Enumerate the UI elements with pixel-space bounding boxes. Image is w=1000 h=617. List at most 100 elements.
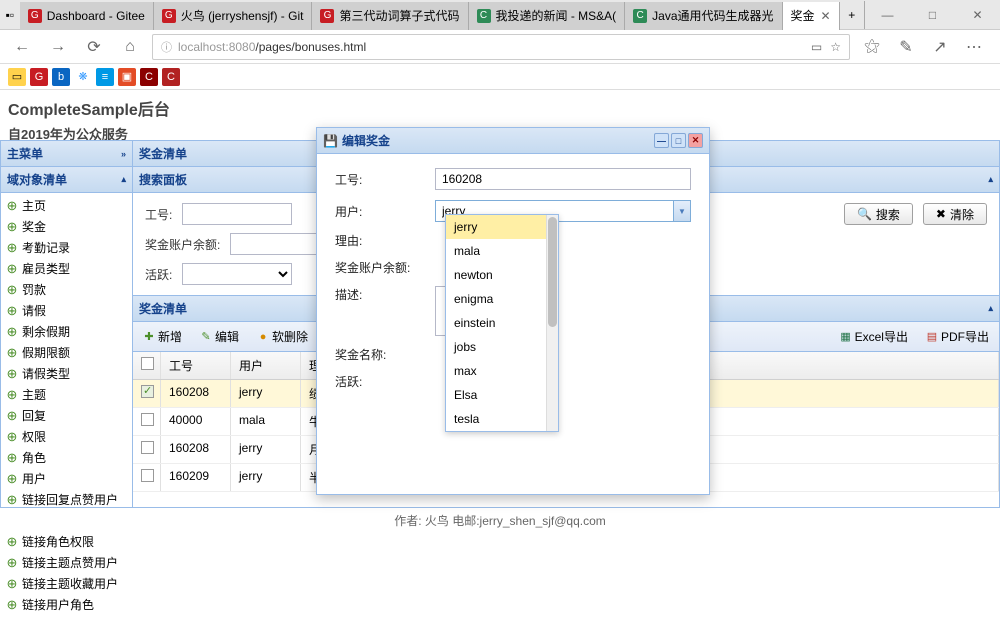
edit-button[interactable]: ✎编辑 — [196, 326, 243, 347]
sidebar-item[interactable]: ⊕奖金 — [1, 216, 132, 237]
search-id-label: 工号: — [145, 206, 172, 223]
sidebar-item[interactable]: ⊕回复 — [1, 405, 132, 426]
row-checkbox[interactable] — [133, 436, 161, 463]
menu-icon[interactable]: ⋯ — [960, 33, 988, 61]
favorites-icon[interactable]: ⚝ — [858, 33, 886, 61]
sidebar-item[interactable]: ⊕链接角色权限 — [1, 531, 132, 552]
sidebar-item[interactable]: ⊕链接主题点赞用户 — [1, 552, 132, 573]
reader-mode-icon[interactable]: ▭ — [811, 40, 822, 54]
dropdown-option[interactable]: jobs — [446, 335, 558, 359]
tab-favicon: C — [633, 9, 647, 23]
search-id-input[interactable] — [182, 203, 292, 225]
sidebar-item[interactable]: ⊕罚款 — [1, 279, 132, 300]
browser-tab[interactable]: GDashboard - Gitee — [20, 2, 154, 30]
close-tab-icon[interactable]: ✕ — [821, 9, 831, 23]
pdf-export-button[interactable]: ▤PDF导出 — [922, 326, 993, 347]
sidebar-item-label: 链接用户角色 — [22, 596, 94, 613]
modal-minimize-button[interactable]: ― — [654, 133, 669, 148]
sidebar-item[interactable]: ⊕角色 — [1, 447, 132, 468]
add-button[interactable]: ✚新增 — [139, 326, 186, 347]
row-checkbox[interactable] — [133, 380, 161, 407]
back-button[interactable]: ← — [8, 33, 36, 61]
sidebar-item[interactable]: ⊕主页 — [1, 195, 132, 216]
row-checkbox[interactable] — [133, 408, 161, 435]
sidebar-item[interactable]: ⊕用户 — [1, 468, 132, 489]
plus-circle-icon: ⊕ — [5, 577, 19, 591]
sidebar-item[interactable]: ⊕假期限额 — [1, 342, 132, 363]
bookmark-item[interactable]: ▣ — [118, 68, 136, 86]
dropdown-option[interactable]: mala — [446, 239, 558, 263]
new-tab-button[interactable]: + — [840, 1, 865, 29]
bookmark-item[interactable]: ≡ — [96, 68, 114, 86]
browser-tab[interactable]: CJava通用代码生成器光 — [625, 2, 782, 30]
modal-header[interactable]: 💾 编辑奖金 ― □ ✕ — [317, 128, 709, 154]
minimize-button[interactable]: — — [865, 0, 910, 30]
collapse-icon[interactable]: » — [121, 149, 126, 159]
sidebar-sub-header[interactable]: 域对象清单▴ — [1, 167, 132, 193]
site-info-icon[interactable]: ⓘ — [161, 39, 172, 55]
dropdown-option[interactable]: jerry — [446, 215, 558, 239]
share-icon[interactable]: ↗ — [926, 33, 954, 61]
dropdown-scrollbar[interactable] — [546, 215, 558, 431]
browser-tab[interactable]: C我投递的新闻 - MS&A( — [469, 2, 626, 30]
plus-circle-icon: ⊕ — [5, 556, 19, 570]
sidebar-item-label: 请假类型 — [22, 365, 70, 382]
sidebar-item[interactable]: ⊕权限 — [1, 426, 132, 447]
home-button[interactable]: ⌂ — [116, 33, 144, 61]
modal-close-button[interactable]: ✕ — [688, 133, 703, 148]
modal-maximize-button[interactable]: □ — [671, 133, 686, 148]
chevron-up-icon[interactable]: ▴ — [988, 303, 993, 314]
dropdown-option[interactable]: max — [446, 359, 558, 383]
sidebar-item[interactable]: ⊕剩余假期 — [1, 321, 132, 342]
close-window-button[interactable]: ✕ — [955, 0, 1000, 30]
chevron-up-icon[interactable]: ▴ — [121, 174, 126, 185]
sidebar-item[interactable]: ⊕考勤记录 — [1, 237, 132, 258]
grid-checkall[interactable] — [133, 352, 161, 379]
address-bar[interactable]: ⓘ localhost:8080/pages/bonuses.html ▭ ☆ — [152, 34, 850, 60]
sidebar-tree: ⊕主页⊕奖金⊕考勤记录⊕雇员类型⊕罚款⊕请假⊕剩余假期⊕假期限额⊕请假类型⊕主题… — [1, 193, 132, 617]
refresh-button[interactable]: ⟳ — [80, 33, 108, 61]
softdelete-button[interactable]: ●软删除 — [253, 326, 312, 347]
favorite-star-icon[interactable]: ☆ — [830, 40, 841, 54]
form-id-input[interactable] — [435, 168, 691, 190]
dropdown-option[interactable]: enigma — [446, 287, 558, 311]
dropdown-option[interactable]: Elsa — [446, 383, 558, 407]
browser-tab[interactable]: 奖金✕ — [783, 2, 840, 30]
forward-button[interactable]: → — [44, 33, 72, 61]
form-balance-label: 奖金账户余额: — [335, 259, 435, 276]
browser-tab[interactable]: G火鸟 (jerryshensjf) - Git — [154, 2, 313, 30]
chevron-up-icon[interactable]: ▴ — [988, 174, 993, 185]
sidebar-main-header[interactable]: 主菜单» — [1, 141, 132, 167]
sidebar-item[interactable]: ⊕链接回复点赞用户 — [1, 489, 132, 510]
modal-title: 编辑奖金 — [342, 132, 390, 149]
sidebar-item[interactable]: ⊕链接用户角色 — [1, 594, 132, 615]
maximize-button[interactable]: □ — [910, 0, 955, 30]
bookmark-item[interactable]: C — [140, 68, 158, 86]
chevron-down-icon[interactable]: ▼ — [673, 201, 690, 221]
sidebar-item-label: 罚款 — [22, 281, 46, 298]
bookmark-item[interactable]: G — [30, 68, 48, 86]
plus-circle-icon: ⊕ — [5, 388, 19, 402]
search-button[interactable]: 🔍搜索 — [844, 203, 913, 225]
notes-icon[interactable]: ✎ — [892, 33, 920, 61]
bookmark-item[interactable]: ❋ — [74, 68, 92, 86]
bookmark-item[interactable]: b — [52, 68, 70, 86]
dropdown-option[interactable]: einstein — [446, 311, 558, 335]
search-active-select[interactable] — [182, 263, 292, 285]
excel-export-button[interactable]: ▦Excel导出 — [836, 326, 912, 347]
sidebar-item[interactable]: ⊕请假 — [1, 300, 132, 321]
sidebar-item[interactable]: ⊕请假类型 — [1, 363, 132, 384]
grid-col-user[interactable]: 用户 — [231, 352, 301, 379]
sidebar-item[interactable]: ⊕链接主题收藏用户 — [1, 573, 132, 594]
bookmark-item[interactable]: ▭ — [8, 68, 26, 86]
dropdown-option[interactable]: newton — [446, 263, 558, 287]
bookmark-item[interactable]: C — [162, 68, 180, 86]
dropdown-option[interactable]: tesla — [446, 407, 558, 431]
clear-button[interactable]: ✖清除 — [923, 203, 987, 225]
browser-tab[interactable]: G第三代动词算子式代码 — [312, 2, 468, 30]
sidebar-item[interactable]: ⊕雇员类型 — [1, 258, 132, 279]
excel-icon: ▦ — [840, 331, 852, 343]
row-checkbox[interactable] — [133, 464, 161, 491]
grid-col-id[interactable]: 工号 — [161, 352, 231, 379]
sidebar-item[interactable]: ⊕主题 — [1, 384, 132, 405]
